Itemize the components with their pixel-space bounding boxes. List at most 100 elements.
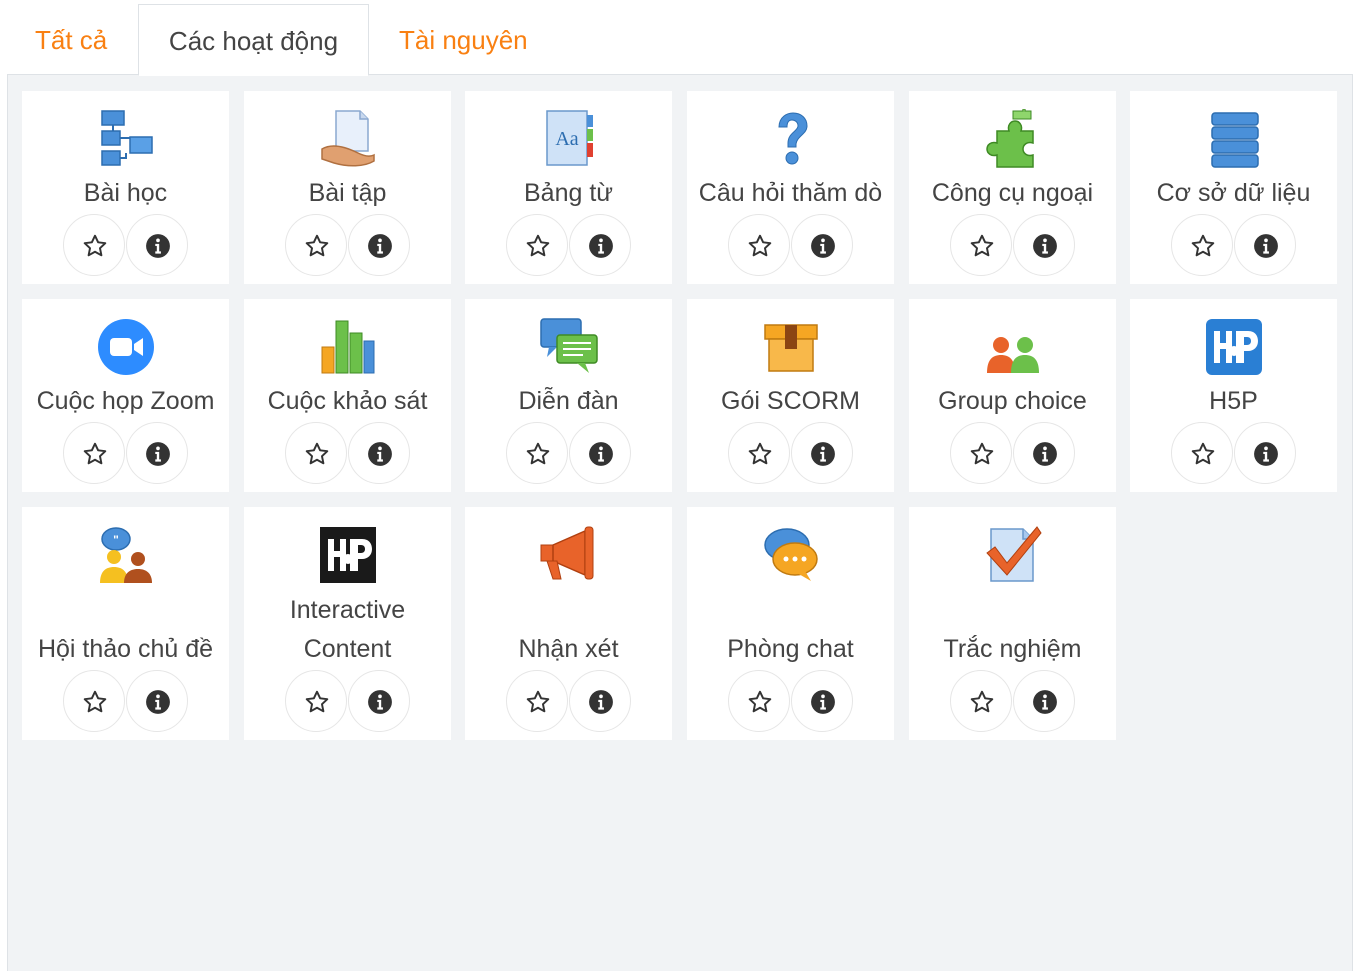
star-button[interactable] — [63, 670, 125, 732]
activity-label: Hội thảo chủ đề — [37, 635, 214, 663]
star-button[interactable] — [506, 214, 568, 276]
info-button[interactable] — [348, 422, 410, 484]
activity-card-group-choice[interactable]: Group choice — [909, 299, 1116, 492]
info-button[interactable] — [569, 422, 631, 484]
star-button[interactable] — [950, 670, 1012, 732]
activity-label: Bảng từ — [523, 179, 613, 207]
info-button[interactable] — [569, 670, 631, 732]
info-icon — [1254, 234, 1278, 258]
info-icon — [811, 234, 835, 258]
activity-card-lesson[interactable]: Bài học — [22, 91, 229, 284]
star-icon — [748, 690, 772, 713]
activity-card-scorm[interactable]: Gói SCORM — [687, 299, 894, 492]
activity-label-line1: Interactive — [289, 596, 406, 624]
info-icon — [589, 234, 613, 258]
info-button[interactable] — [1013, 670, 1075, 732]
workshop-icon: " — [100, 527, 152, 583]
info-icon — [589, 690, 613, 714]
activity-label: Cơ sở dữ liệu — [1156, 179, 1311, 207]
activity-label: Diễn đàn — [518, 387, 619, 415]
star-button[interactable] — [728, 422, 790, 484]
star-button[interactable] — [950, 422, 1012, 484]
activity-label-line2: Content — [303, 635, 392, 663]
activity-card-forum[interactable]: Diễn đàn — [465, 299, 672, 492]
star-icon — [970, 442, 994, 465]
info-button[interactable] — [126, 670, 188, 732]
star-icon — [970, 234, 994, 257]
star-button[interactable] — [285, 214, 347, 276]
chat-icon — [764, 528, 818, 581]
feedback-icon — [540, 526, 594, 580]
info-icon — [811, 442, 835, 466]
info-icon — [1254, 442, 1278, 466]
star-icon — [305, 234, 329, 257]
star-icon — [526, 442, 550, 465]
info-icon — [1033, 234, 1057, 258]
activity-card-workshop[interactable]: " Hội thảo chủ đề — [22, 507, 229, 740]
info-button[interactable] — [1234, 214, 1296, 276]
activity-card-interactive-content[interactable]: Interactive Content — [244, 507, 451, 740]
star-icon — [305, 690, 329, 713]
star-icon — [305, 442, 329, 465]
info-button[interactable] — [791, 670, 853, 732]
info-button[interactable] — [348, 214, 410, 276]
activity-card-quiz[interactable]: Trắc nghiệm — [909, 507, 1116, 740]
star-button[interactable] — [285, 422, 347, 484]
activity-card-feedback[interactable]: Nhận xét — [465, 507, 672, 740]
star-icon — [83, 442, 107, 465]
star-icon — [526, 234, 550, 257]
info-icon — [589, 442, 613, 466]
svg-text:Aa: Aa — [555, 128, 578, 150]
activity-label: H5P — [1209, 387, 1258, 415]
activity-card-glossary[interactable]: Aa Bảng từ — [465, 91, 672, 284]
activity-chooser-panel: Bài học Bài tập Aa Bảng từ Câu hỏi thăm … — [7, 74, 1353, 971]
activity-card-external-tool[interactable]: Công cụ ngoại — [909, 91, 1116, 284]
star-button[interactable] — [1171, 214, 1233, 276]
info-button[interactable] — [1013, 422, 1075, 484]
info-icon — [146, 442, 170, 466]
quiz-icon — [986, 526, 1042, 582]
info-button[interactable] — [791, 214, 853, 276]
info-icon — [368, 690, 392, 714]
info-button[interactable] — [126, 214, 188, 276]
info-button[interactable] — [126, 422, 188, 484]
tab-all[interactable]: Tất cả — [7, 4, 135, 76]
info-button[interactable] — [1013, 214, 1075, 276]
star-icon — [83, 690, 107, 713]
info-button[interactable] — [791, 422, 853, 484]
database-icon — [1211, 112, 1259, 168]
activity-label: Phòng chat — [727, 635, 854, 663]
scorm-icon — [764, 324, 818, 372]
star-button[interactable] — [1171, 422, 1233, 484]
star-icon — [970, 690, 994, 713]
star-icon — [1191, 234, 1215, 257]
external-tool-icon — [986, 109, 1034, 168]
tab-resources[interactable]: Tài nguyên — [371, 4, 556, 76]
star-button[interactable] — [728, 214, 790, 276]
star-button[interactable] — [63, 422, 125, 484]
tab-activities[interactable]: Các hoạt động — [138, 4, 369, 76]
star-icon — [83, 234, 107, 257]
activity-label: Cuộc họp Zoom — [36, 387, 215, 415]
star-button[interactable] — [285, 670, 347, 732]
info-button[interactable] — [569, 214, 631, 276]
activity-card-h5p[interactable]: H5P — [1130, 299, 1337, 492]
info-button[interactable] — [1234, 422, 1296, 484]
group-choice-icon — [987, 337, 1039, 373]
info-button[interactable] — [348, 670, 410, 732]
star-button[interactable] — [950, 214, 1012, 276]
activity-card-survey[interactable]: Cuộc khảo sát — [244, 299, 451, 492]
activity-card-choice[interactable]: Câu hỏi thăm dò — [687, 91, 894, 284]
activity-card-database[interactable]: Cơ sở dữ liệu — [1130, 91, 1337, 284]
assignment-icon — [321, 110, 375, 167]
activity-card-assignment[interactable]: Bài tập — [244, 91, 451, 284]
star-button[interactable] — [506, 670, 568, 732]
h5p-icon — [1206, 319, 1262, 375]
star-button[interactable] — [63, 214, 125, 276]
activity-card-chat[interactable]: Phòng chat — [687, 507, 894, 740]
activity-label: Cuộc khảo sát — [267, 387, 428, 415]
survey-icon — [321, 320, 375, 374]
star-button[interactable] — [728, 670, 790, 732]
star-button[interactable] — [506, 422, 568, 484]
activity-card-zoom[interactable]: Cuộc họp Zoom — [22, 299, 229, 492]
